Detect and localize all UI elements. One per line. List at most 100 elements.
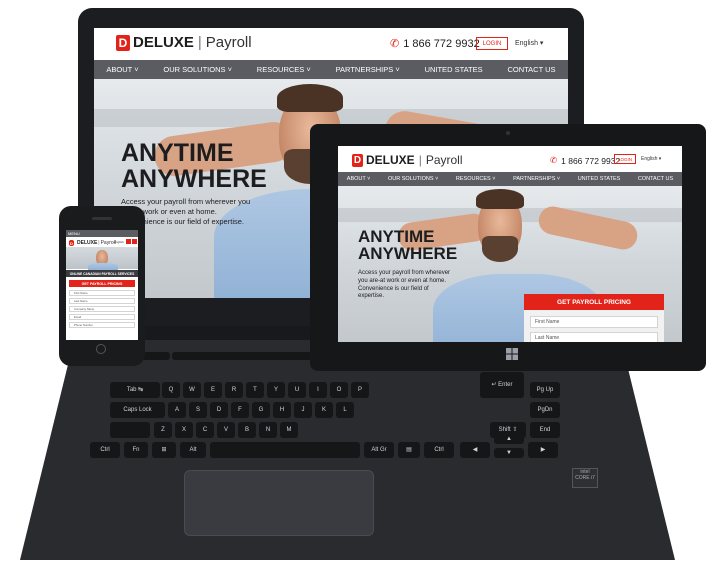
hero-title: ANYTIME ANYWHERE [358,228,457,263]
key-r[interactable]: R [225,382,243,398]
key-k[interactable]: K [315,402,333,418]
site-header: D DELUXE | Payroll ✆ 1 866 772 9932 LOGI… [94,28,568,60]
key-y[interactable]: Y [267,382,285,398]
hero-title-line1: ANYTIME [121,139,234,167]
arrow-right-key[interactable]: ▶ [528,442,558,458]
key-g[interactable]: G [252,402,270,418]
key-u[interactable]: U [288,382,306,398]
last-name-field[interactable]: Last Name [69,298,135,304]
key-o[interactable]: O [330,382,348,398]
key-h[interactable]: H [273,402,291,418]
arrow-up-key[interactable]: ▲ [494,434,524,444]
alt-gr-key[interactable]: Alt Gr [364,442,394,458]
nav-item-resources[interactable]: RESOURCES ˅ [257,65,311,74]
key-w[interactable]: W [183,382,201,398]
company-name-field[interactable]: Company Name [69,306,135,312]
header-phone[interactable]: ✆ 1 866 772 9932 [550,155,620,166]
key-m[interactable]: M [280,422,298,438]
page-down-key[interactable]: PgDn [530,402,560,418]
get-pricing-button[interactable]: GET PAYROLL PRICING [524,294,664,310]
caps-lock-key[interactable]: Caps Lock [110,402,165,418]
language-selector[interactable]: English [114,240,124,244]
alt-key[interactable]: Alt [180,442,206,458]
get-pricing-button[interactable]: GET PAYROLL PRICING [69,280,135,287]
first-name-field[interactable]: First Name [530,316,658,328]
key-l[interactable]: L [336,402,354,418]
nav-item-about[interactable]: ABOUT ˅ [347,176,371,182]
email-field[interactable]: Email [69,314,135,320]
language-selector[interactable]: English ▾ [515,39,543,47]
nav-label: ABOUT [106,65,133,74]
menu-key[interactable]: ▤ [398,442,420,458]
site-header: D DELUXE | Payroll ✆ 1 866 772 9932 LOGI… [338,146,682,172]
mobile-menu-bar[interactable]: MENU [66,230,138,237]
last-name-field[interactable]: Last Name [530,332,658,342]
nav-item-solutions[interactable]: OUR SOLUTIONS ˅ [388,176,438,182]
tab-key[interactable]: Tab ↹ [110,382,160,398]
login-button[interactable]: LOGIN [614,154,636,164]
hero-person-hair [476,189,524,209]
brand-product: Payroll [425,153,463,167]
ctrl-right-key[interactable]: Ctrl [424,442,454,458]
end-key[interactable]: End [530,422,560,438]
key-x[interactable]: X [175,422,193,438]
key-d[interactable]: D [210,402,228,418]
key-t[interactable]: T [246,382,264,398]
mobile-login-button[interactable] [132,239,137,244]
nav-item-country[interactable]: UNITED STATES [578,176,621,182]
language-selector[interactable]: English ▾ [641,156,661,162]
nav-item-about[interactable]: ABOUT ˅ [106,65,138,74]
enter-key[interactable]: ↵ Enter [480,372,524,398]
key-z[interactable]: Z [154,422,172,438]
key-v[interactable]: V [217,422,235,438]
header-phone[interactable]: ✆ 1 866 772 9932 [390,37,480,51]
key-f[interactable]: F [231,402,249,418]
key-s[interactable]: S [189,402,207,418]
key-n[interactable]: N [259,422,277,438]
nav-item-resources[interactable]: RESOURCES ˅ [456,176,496,182]
nav-label: RESOURCES [256,65,305,74]
windows-key[interactable]: ⊞ [152,442,176,458]
login-button[interactable]: LOGIN [476,37,508,50]
key-a[interactable]: A [168,402,186,418]
brand-logo[interactable]: D DELUXE | Payroll [352,153,463,167]
nav-item-contact[interactable]: CONTACT US [507,65,555,74]
windows-icon: ⊞ [161,447,167,453]
tablet-screen: D DELUXE | Payroll ✆ 1 866 772 9932 LOGI… [338,146,682,342]
key-q[interactable]: Q [162,382,180,398]
phone-number-field[interactable]: Phone Number [69,322,135,328]
key-i[interactable]: I [309,382,327,398]
phone-number: 1 866 772 9932 [403,37,480,50]
hero-title-line2: ANYWHERE [121,164,267,193]
key-p[interactable]: P [351,382,369,398]
space-key[interactable] [210,442,360,458]
ctrl-left-key[interactable]: Ctrl [90,442,120,458]
mobile-hero [66,247,138,271]
nav-item-partnerships[interactable]: PARTNERSHIPS ˅ [513,176,560,182]
arrow-left-key[interactable]: ◀ [460,442,490,458]
arrow-down-key[interactable]: ▼ [494,448,524,458]
page-up-key[interactable]: Pg Up [530,382,560,398]
hero-title-line2: ANYWHERE [358,244,458,264]
key-c[interactable]: C [196,422,214,438]
brand-logo[interactable]: D DELUXE | Payroll [116,34,252,51]
nav-item-partnerships[interactable]: PARTNERSHIPS ˅ [336,65,400,74]
shift-left-key[interactable] [110,422,150,438]
nav-item-country[interactable]: UNITED STATES [425,65,483,74]
nav-label: RESOURCES [455,176,491,182]
key-b[interactable]: B [238,422,256,438]
laptop-touchpad[interactable] [184,470,374,536]
first-name-field[interactable]: First Name [69,290,135,296]
phone-home-button[interactable] [96,344,106,354]
fn-key[interactable]: Fn [124,442,148,458]
hero-person-beard [482,236,518,262]
windows-icon[interactable] [506,348,518,360]
brand-logo[interactable]: D DELUXE | Payroll [69,240,116,246]
nav-item-contact[interactable]: CONTACT US [638,176,673,182]
key-e[interactable]: E [204,382,222,398]
nav-item-solutions[interactable]: OUR SOLUTIONS ˅ [163,65,232,74]
phone-screen: MENU D DELUXE | Payroll English ONLINE C… [66,230,138,340]
key-j[interactable]: J [294,402,312,418]
mobile-phone-button[interactable] [126,239,131,244]
hero-text: Access your payroll from wherever you ar… [358,270,451,300]
